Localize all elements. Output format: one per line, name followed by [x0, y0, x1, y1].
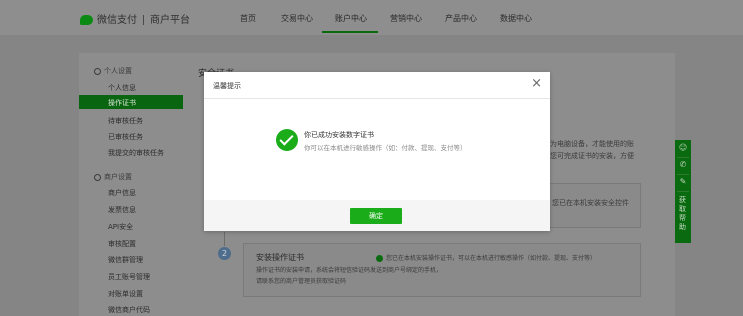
logo[interactable]: 微信支付 商户平台	[80, 11, 190, 26]
step-number-badge: 2	[218, 247, 231, 260]
dialog-header: 温馨提示 ×	[204, 72, 550, 99]
chat-icon[interactable]: ☺	[675, 143, 691, 152]
step-connector	[224, 232, 225, 246]
sidebar-item-reviewed[interactable]: 已审核任务	[108, 132, 143, 142]
step1-status: 您已在本机安装安全控件	[552, 199, 629, 207]
gear-icon	[94, 173, 101, 181]
dialog-body: 你已成功安装数字证书 你可以在本机进行敏感操作（如：付款、提现、支付等）	[204, 99, 550, 200]
brand-name: 微信支付	[97, 15, 137, 26]
nav-product-center[interactable]: 产品中心	[445, 13, 477, 24]
wechat-pay-icon	[80, 15, 93, 25]
sidebar-item-pending-review[interactable]: 待审核任务	[108, 116, 143, 126]
edit-icon[interactable]: ✎	[675, 177, 691, 186]
sidebar-section-merchant: 商户设置	[94, 172, 132, 182]
close-icon[interactable]: ×	[531, 77, 542, 90]
success-check-icon	[276, 129, 298, 151]
bg-desc-line2: 您可完成证书的安装，方便	[550, 152, 634, 160]
active-nav-indicator	[322, 31, 378, 33]
nav-marketing-center[interactable]: 营销中心	[390, 13, 422, 24]
step-title: 安装操作证书	[256, 253, 304, 262]
success-dialog: 温馨提示 × 你已成功安装数字证书 你可以在本机进行敏感操作（如：付款、提现、支…	[204, 72, 550, 231]
help-label[interactable]: 获取帮助	[679, 196, 687, 232]
confirm-button[interactable]: 确定	[350, 208, 402, 224]
dialog-message-subtitle: 你可以在本机进行敏感操作（如：付款、提现、支付等）	[304, 144, 467, 152]
step-status: 您已在本机安装操作证书，可以在本机进行敏感操作（如付款、提现、支付等）	[376, 253, 596, 262]
nav-home[interactable]: 首页	[240, 13, 256, 24]
sidebar-item-my-submitted[interactable]: 我提交的审核任务	[108, 148, 164, 158]
sidebar-section-personal: 个人设置	[94, 66, 132, 76]
step-desc-line2: 请联系您的商户管理员获取验证码	[256, 278, 347, 285]
sidebar-item-invoice-info[interactable]: 发票信息	[108, 205, 136, 215]
sidebar-item-statement-settings[interactable]: 对账单设置	[108, 289, 143, 299]
sidebar-item-wechat-group[interactable]: 微信群管理	[108, 255, 143, 265]
top-bar: 微信支付 商户平台 首页 交易中心 账户中心 营销中心 产品中心 数据中心	[0, 0, 743, 35]
sidebar-item-review-config[interactable]: 审核配置	[108, 239, 136, 249]
bg-desc-line1: 为电脑设备，才能使用的账	[550, 140, 634, 148]
check-circle-icon	[376, 255, 383, 262]
phone-icon[interactable]: ✆	[675, 160, 691, 169]
sidebar-item-personal-info[interactable]: 个人信息	[108, 83, 136, 93]
platform-name: 商户平台	[150, 15, 190, 26]
floating-help-bar[interactable]: ☺ ✆ ✎ 获取帮助	[675, 140, 691, 243]
sidebar-item-merchant-info[interactable]: 商户信息	[108, 188, 136, 198]
sidebar-item-merchant-code[interactable]: 微信商户代码	[108, 305, 150, 315]
nav-data-center[interactable]: 数据中心	[500, 13, 532, 24]
sidebar-item-staff-accounts[interactable]: 员工账号管理	[108, 272, 150, 282]
nav-trade-center[interactable]: 交易中心	[281, 13, 313, 24]
sidebar-item-api-security[interactable]: API安全	[108, 222, 133, 232]
user-icon	[94, 67, 101, 75]
sidebar-item-operation-cert[interactable]: 操作证书	[108, 98, 136, 108]
step-desc-line1: 操作证书的安装申请，系统会将短信验证码发送到商户号绑定的手机，	[256, 267, 443, 274]
nav-account-center[interactable]: 账户中心	[335, 13, 367, 24]
dialog-title: 温馨提示	[213, 82, 241, 90]
dialog-message-title: 你已成功安装数字证书	[304, 131, 374, 139]
